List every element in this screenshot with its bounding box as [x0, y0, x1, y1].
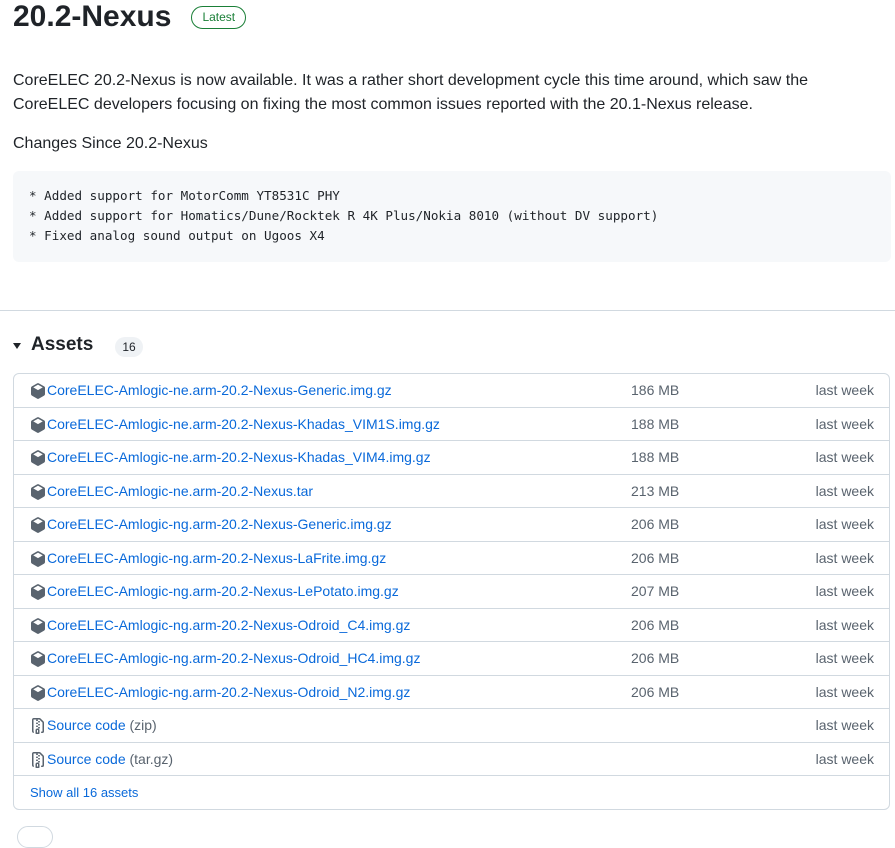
package-icon — [30, 450, 46, 466]
show-all-row: Show all 16 assets — [14, 776, 889, 809]
asset-download-link[interactable]: CoreELEC-Amlogic-ng.arm-20.2-Nexus-Odroi… — [47, 617, 410, 633]
package-icon — [30, 416, 46, 433]
asset-row: CoreELEC-Amlogic-ne.arm-20.2-Nexus-Khada… — [14, 441, 889, 475]
asset-date: last week — [815, 650, 874, 667]
package-icon — [30, 651, 46, 667]
asset-date: last week — [815, 616, 874, 633]
package-icon — [30, 550, 46, 567]
asset-size: 188 MB — [631, 415, 680, 432]
caret-down-icon — [13, 343, 21, 349]
asset-download-link[interactable]: CoreELEC-Amlogic-ng.arm-20.2-Nexus-Odroi… — [47, 650, 420, 666]
asset-date: last week — [815, 683, 874, 700]
section-divider — [0, 310, 895, 311]
asset-date: last week — [815, 415, 874, 432]
asset-size: 186 MB — [631, 382, 680, 399]
asset-download-link[interactable]: CoreELEC-Amlogic-ng.arm-20.2-Nexus-Odroi… — [47, 684, 410, 700]
asset-date: last week — [815, 482, 874, 499]
source-code-link[interactable]: Source code (tar.gz) — [47, 751, 173, 767]
file-zip-icon — [30, 718, 46, 734]
package-icon — [30, 617, 46, 634]
asset-date: last week — [815, 549, 874, 566]
asset-date: last week — [815, 717, 874, 734]
asset-download-link[interactable]: CoreELEC-Amlogic-ne.arm-20.2-Nexus.tar — [47, 483, 313, 499]
package-icon — [30, 383, 46, 399]
reaction-button[interactable] — [17, 826, 53, 848]
asset-download-link[interactable]: CoreELEC-Amlogic-ne.arm-20.2-Nexus-Gener… — [47, 382, 392, 398]
asset-date: last week — [815, 583, 874, 600]
changelog-code-block: * Added support for MotorComm YT8531C PH… — [13, 171, 891, 262]
asset-row: CoreELEC-Amlogic-ne.arm-20.2-Nexus.tar 21… — [14, 475, 889, 508]
asset-size: 213 MB — [631, 482, 680, 499]
package-icon — [30, 517, 46, 533]
show-all-assets-link[interactable]: Show all 16 assets — [30, 785, 138, 800]
asset-size: 188 MB — [631, 449, 680, 466]
asset-size: 206 MB — [631, 516, 680, 533]
assets-title: Assets — [31, 334, 94, 355]
source-code-row: Source code (zip) last week — [14, 709, 889, 743]
source-code-label: Source code — [47, 750, 126, 767]
asset-size: 206 MB — [631, 616, 680, 633]
asset-row: CoreELEC-Amlogic-ne.arm-20.2-Nexus-Gener… — [14, 374, 889, 408]
asset-download-link[interactable]: CoreELEC-Amlogic-ng.arm-20.2-Nexus-Gener… — [47, 516, 392, 532]
asset-date: last week — [815, 382, 874, 399]
asset-size: 206 MB — [631, 549, 680, 566]
package-icon — [30, 684, 46, 701]
asset-size: 206 MB — [631, 650, 680, 667]
package-icon — [30, 584, 46, 600]
changelog-line: * Added support for MotorComm YT8531C PH… — [29, 188, 340, 203]
asset-size: 206 MB — [631, 683, 680, 700]
package-icon — [30, 483, 46, 500]
asset-download-link[interactable]: CoreELEC-Amlogic-ng.arm-20.2-Nexus-LaFri… — [47, 550, 386, 566]
asset-date: last week — [815, 750, 874, 767]
changes-heading: Changes Since 20.2-Nexus — [13, 135, 208, 152]
changelog-line: * Fixed analog sound output on Ugoos X4 — [29, 228, 325, 243]
asset-date: last week — [815, 449, 874, 466]
source-code-format: (zip) — [129, 717, 157, 734]
asset-date: last week — [815, 516, 874, 533]
asset-download-link[interactable]: CoreELEC-Amlogic-ne.arm-20.2-Nexus-Khada… — [47, 449, 431, 465]
source-code-label: Source code — [47, 717, 126, 734]
changelog-line: * Added support for Homatics/Dune/Rockte… — [29, 208, 659, 223]
asset-size: 207 MB — [631, 583, 680, 600]
asset-row: CoreELEC-Amlogic-ne.arm-20.2-Nexus-Khada… — [14, 408, 889, 441]
asset-row: CoreELEC-Amlogic-ng.arm-20.2-Nexus-Gener… — [14, 508, 889, 542]
assets-toggle[interactable]: Assets 16 — [13, 332, 143, 358]
release-intro: CoreELEC 20.2-Nexus is now available. It… — [13, 72, 809, 113]
asset-download-link[interactable]: CoreELEC-Amlogic-ne.arm-20.2-Nexus-Khada… — [47, 416, 440, 432]
assets-list: CoreELEC-Amlogic-ne.arm-20.2-Nexus-Gener… — [13, 373, 890, 810]
asset-row: CoreELEC-Amlogic-ng.arm-20.2-Nexus-Odroi… — [14, 642, 889, 676]
asset-download-link[interactable]: CoreELEC-Amlogic-ng.arm-20.2-Nexus-LePot… — [47, 583, 399, 599]
asset-row: CoreELEC-Amlogic-ng.arm-20.2-Nexus-Odroi… — [14, 609, 889, 642]
release-title[interactable]: 20.2-Nexus — [13, 1, 171, 32]
file-zip-icon — [30, 751, 46, 768]
latest-badge: Latest — [191, 6, 247, 29]
source-code-format: (tar.gz) — [129, 750, 174, 767]
asset-row: CoreELEC-Amlogic-ng.arm-20.2-Nexus-Odroi… — [14, 676, 889, 709]
asset-row: CoreELEC-Amlogic-ng.arm-20.2-Nexus-LaFri… — [14, 542, 889, 575]
assets-count-badge: 16 — [115, 337, 143, 357]
source-code-row: Source code (tar.gz) last week — [14, 743, 889, 776]
source-code-link[interactable]: Source code (zip) — [47, 717, 157, 733]
asset-row: CoreELEC-Amlogic-ng.arm-20.2-Nexus-LePot… — [14, 575, 889, 609]
release-header: 20.2-Nexus Latest — [13, 0, 247, 33]
